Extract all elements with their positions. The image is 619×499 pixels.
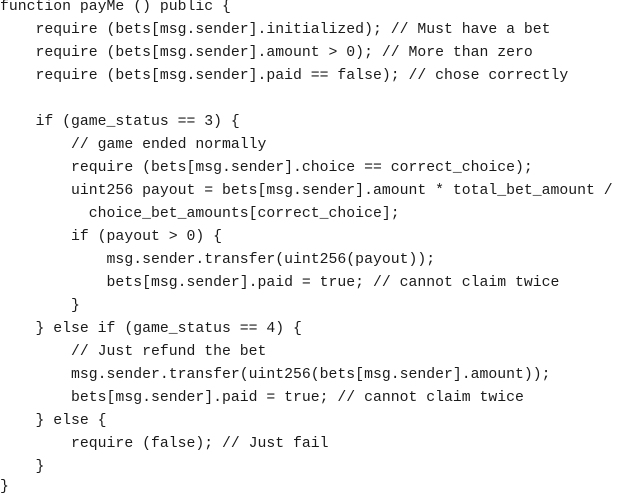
code-line-9: uint256 payout = bets[msg.sender].amount… — [0, 183, 613, 199]
code-line-14: } — [0, 298, 80, 314]
code-line-17: msg.sender.transfer(uint256(bets[msg.sen… — [0, 367, 551, 383]
code-line-8: require (bets[msg.sender].choice == corr… — [0, 160, 533, 176]
code-line-4: require (bets[msg.sender].paid == false)… — [0, 68, 569, 84]
code-line-1: function payMe () public { — [0, 0, 231, 15]
code-line-6: if (game_status == 3) { — [0, 114, 240, 130]
code-line-15: } else if (game_status == 4) { — [0, 321, 302, 337]
code-line-2: require (bets[msg.sender].initialized); … — [0, 22, 551, 38]
code-line-7: // game ended normally — [0, 137, 267, 153]
code-line-10: choice_bet_amounts[correct_choice]; — [0, 206, 400, 222]
code-line-22: } — [0, 479, 9, 495]
code-line-18: bets[msg.sender].paid = true; // cannot … — [0, 390, 524, 406]
code-line-3: require (bets[msg.sender].amount > 0); /… — [0, 45, 533, 61]
code-line-13: bets[msg.sender].paid = true; // cannot … — [0, 275, 560, 291]
code-line-19: } else { — [0, 413, 107, 429]
code-line-12: msg.sender.transfer(uint256(payout)); — [0, 252, 436, 268]
code-line-11: if (payout > 0) { — [0, 229, 222, 245]
code-line-16: // Just refund the bet — [0, 344, 267, 360]
code-listing: function payMe () public { require (bets… — [0, 0, 619, 499]
code-line-20: require (false); // Just fail — [0, 436, 329, 452]
